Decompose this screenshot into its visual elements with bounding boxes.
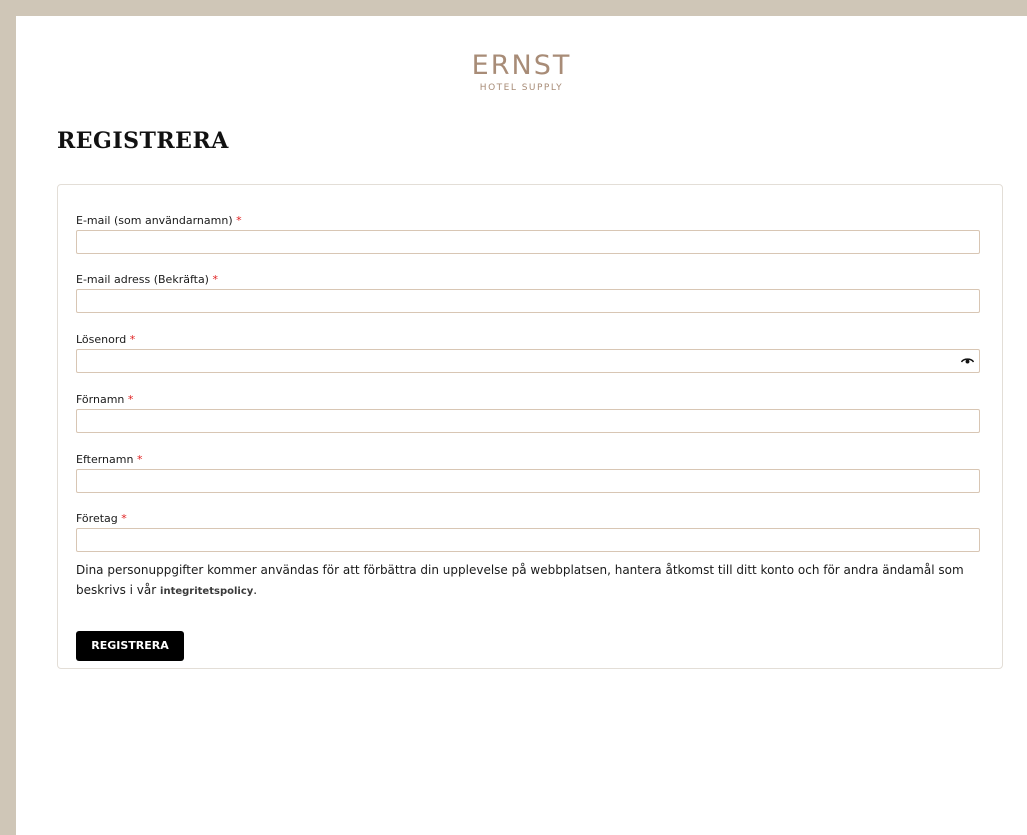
email-confirm-label-text: E-mail adress (Bekräfta) (76, 273, 209, 286)
password-label-text: Lösenord (76, 333, 127, 346)
required-marker: * (136, 453, 143, 466)
required-marker: * (121, 512, 127, 525)
register-button[interactable]: REGISTRERA (76, 631, 184, 661)
page: ERNST HOTEL SUPPLY REGISTRERA E-mail (so… (16, 16, 1027, 835)
required-marker: * (127, 393, 134, 406)
logo-wordmark: ERNST (471, 50, 572, 81)
eye-icon[interactable] (961, 357, 974, 365)
page-title: REGISTRERA (57, 128, 229, 154)
email-confirm-label: E-mail adress (Bekräfta) * (76, 273, 218, 286)
company-label: Företag * (76, 512, 127, 525)
registration-form: E-mail (som användarnamn) * E-mail adres… (57, 184, 1003, 669)
email-label-text: E-mail (som användarnamn) (76, 214, 233, 227)
email-label: E-mail (som användarnamn) * (76, 214, 242, 227)
first-name-label: Förnamn * (76, 393, 133, 406)
required-marker: * (129, 333, 136, 346)
required-marker: * (236, 214, 242, 227)
email-confirm-input[interactable] (76, 289, 980, 313)
first-name-input[interactable] (76, 409, 980, 433)
first-name-label-text: Förnamn (76, 393, 125, 406)
password-field (76, 349, 980, 373)
email-input[interactable] (76, 230, 980, 254)
password-input[interactable] (76, 349, 980, 373)
privacy-policy-link[interactable]: integritetspolicy (160, 586, 253, 597)
privacy-notice-end: . (253, 583, 258, 597)
logo[interactable]: ERNST HOTEL SUPPLY (16, 50, 1027, 94)
logo-tagline: HOTEL SUPPLY (479, 83, 564, 93)
last-name-label-text: Efternamn (76, 453, 134, 466)
company-label-text: Företag (76, 512, 118, 525)
last-name-label: Efternamn * (76, 453, 142, 466)
last-name-input[interactable] (76, 469, 980, 493)
privacy-notice: Dina personuppgifter kommer användas för… (76, 560, 986, 602)
password-label: Lösenord * (76, 333, 135, 346)
company-input[interactable] (76, 528, 980, 552)
required-marker: * (212, 273, 218, 286)
